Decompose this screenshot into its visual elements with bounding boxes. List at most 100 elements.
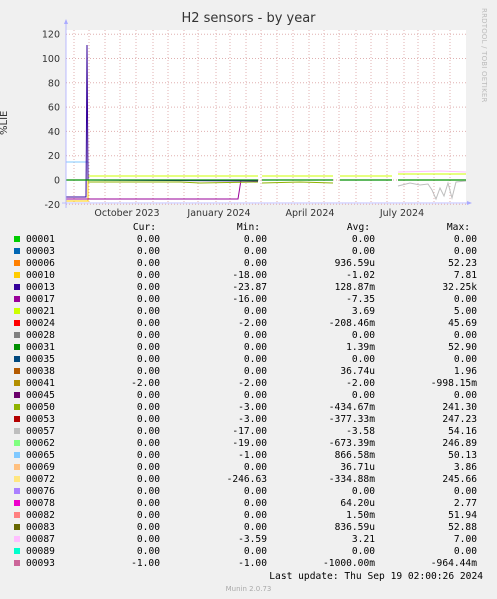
legend-cur: 0.00 — [136, 414, 160, 425]
legend-min: 0.00 — [243, 546, 267, 557]
legend-avg: 866.58m — [334, 450, 375, 461]
legend-avg: -334.88m — [328, 474, 375, 485]
legend-avg: -673.39m — [328, 438, 375, 449]
legend-avg: 36.74u — [340, 366, 375, 377]
legend-cur: 0.00 — [136, 294, 160, 305]
legend-swatch — [14, 332, 20, 338]
legend-cur: 0.00 — [136, 498, 160, 509]
legend-swatch — [14, 236, 20, 242]
legend-avg: 0.00 — [351, 354, 375, 365]
legend-avg: 3.21 — [351, 534, 375, 545]
legend-avg: 64.20u — [340, 498, 375, 509]
legend-row: 00050 0.00 -3.00 -434.67m 241.30 — [0, 402, 497, 414]
legend-swatch — [14, 464, 20, 470]
legend-cur: 0.00 — [136, 366, 160, 377]
legend-name: 00028 — [26, 330, 55, 341]
legend-name: 00031 — [26, 342, 55, 353]
legend-max: 52.90 — [448, 342, 477, 353]
legend-cur: 0.00 — [136, 534, 160, 545]
legend-swatch — [14, 548, 20, 554]
legend-avg: -3.58 — [346, 426, 375, 437]
y-tick-label: 20 — [48, 151, 60, 162]
legend-avg: 0.00 — [351, 546, 375, 557]
legend-max: -964.44m — [430, 558, 477, 569]
legend-avg: 0.00 — [351, 390, 375, 401]
legend-min: -17.00 — [232, 426, 267, 437]
y-tick-label: 100 — [42, 54, 60, 65]
legend-min: 0.00 — [243, 462, 267, 473]
legend-row: 00003 0.00 0.00 0.00 0.00 — [0, 246, 497, 258]
legend-cur: 0.00 — [136, 438, 160, 449]
legend-min: -2.00 — [238, 378, 267, 389]
legend-max: 245.66 — [442, 474, 477, 485]
legend-row: 00038 0.00 0.00 36.74u 1.96 — [0, 366, 497, 378]
legend-swatch — [14, 284, 20, 290]
legend-name: 00041 — [26, 378, 55, 389]
legend-row: 00053 0.00 -3.00 -377.33m 247.23 — [0, 414, 497, 426]
legend-avg: -377.33m — [328, 414, 375, 425]
legend-header-min: Min: — [236, 222, 260, 233]
legend-cur: 0.00 — [136, 510, 160, 521]
legend-name: 00072 — [26, 474, 55, 485]
y-tick-label: 60 — [48, 103, 60, 114]
legend-cur: 0.00 — [136, 462, 160, 473]
legend-swatch — [14, 368, 20, 374]
legend-max: 0.00 — [453, 546, 477, 557]
legend-swatch — [14, 512, 20, 518]
legend-name: 00087 — [26, 534, 55, 545]
legend-min: 0.00 — [243, 234, 267, 245]
legend-swatch — [14, 536, 20, 542]
legend-swatch — [14, 272, 20, 278]
legend-row: 00017 0.00 -16.00 -7.35 0.00 — [0, 294, 497, 306]
legend-max: 7.81 — [453, 270, 477, 281]
legend-name: 00001 — [26, 234, 55, 245]
legend-row: 00069 0.00 0.00 36.71u 3.86 — [0, 462, 497, 474]
y-tick-label: 80 — [48, 78, 60, 89]
legend-min: -2.00 — [238, 318, 267, 329]
legend-cur: 0.00 — [136, 258, 160, 269]
legend-cur: 0.00 — [136, 402, 160, 413]
legend-row: 00001 0.00 0.00 0.00 0.00 — [0, 234, 497, 246]
legend-max: -998.15m — [430, 378, 477, 389]
legend-row: 00013 0.00 -23.87 128.87m 32.25k — [0, 282, 497, 294]
legend-name: 00003 — [26, 246, 55, 257]
legend-name: 00093 — [26, 558, 55, 569]
legend-min: 0.00 — [243, 366, 267, 377]
legend-max: 0.00 — [453, 390, 477, 401]
legend-min: 0.00 — [243, 522, 267, 533]
legend-avg: -2.00 — [346, 378, 375, 389]
legend-cur: 0.00 — [136, 306, 160, 317]
legend-row: 00083 0.00 0.00 836.59u 52.88 — [0, 522, 497, 534]
legend-min: 0.00 — [243, 306, 267, 317]
legend-cur: 0.00 — [136, 486, 160, 497]
legend-name: 00089 — [26, 546, 55, 557]
legend-min: -18.00 — [232, 270, 267, 281]
legend-max: 7.00 — [453, 534, 477, 545]
legend-swatch — [14, 560, 20, 566]
legend-row: 00041 -2.00 -2.00 -2.00 -998.15m — [0, 378, 497, 390]
legend-name: 00083 — [26, 522, 55, 533]
plot-canvas — [66, 30, 466, 204]
legend-swatch — [14, 320, 20, 326]
x-ticks: October 2023 January 2024 April 2024 July 2… — [94, 208, 424, 219]
legend-swatch — [14, 488, 20, 494]
legend-swatch — [14, 248, 20, 254]
legend-cur: 0.00 — [136, 522, 160, 533]
legend-row: 00021 0.00 0.00 3.69 5.00 — [0, 306, 497, 318]
legend-name: 00062 — [26, 438, 55, 449]
legend-avg: 0.00 — [351, 330, 375, 341]
legend-row: 00089 0.00 0.00 0.00 0.00 — [0, 546, 497, 558]
legend-name: 00038 — [26, 366, 55, 377]
legend-row: 00078 0.00 0.00 64.20u 2.77 — [0, 498, 497, 510]
legend-row: 00087 0.00 -3.59 3.21 7.00 — [0, 534, 497, 546]
legend-min: -3.00 — [238, 402, 267, 413]
legend-min: -19.00 — [232, 438, 267, 449]
legend-min: 0.00 — [243, 486, 267, 497]
legend-min: 0.00 — [243, 498, 267, 509]
legend-header-max: Max: — [446, 222, 470, 233]
legend-row: 00062 0.00 -19.00 -673.39m 246.89 — [0, 438, 497, 450]
legend-swatch — [14, 452, 20, 458]
legend-avg: 936.59u — [334, 258, 375, 269]
legend-swatch — [14, 296, 20, 302]
legend-name: 00076 — [26, 486, 55, 497]
